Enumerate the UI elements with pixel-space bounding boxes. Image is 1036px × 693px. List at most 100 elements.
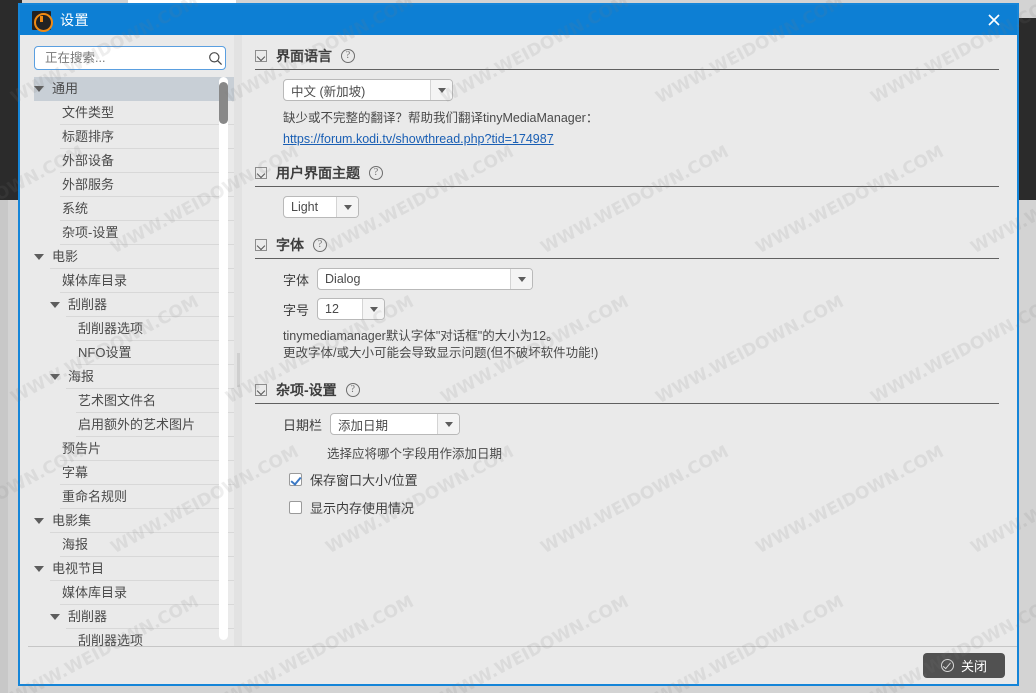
font-family-label: 字体 <box>283 270 309 289</box>
sidebar-item-20[interactable]: 电视节目 <box>34 557 234 581</box>
date-field-value: 添加日期 <box>331 414 437 434</box>
font-family-row: 字体 Dialog <box>283 268 999 290</box>
chevron-down-icon[interactable] <box>362 299 384 319</box>
sidebar-item-17[interactable]: 重命名规则 <box>34 485 234 509</box>
font-size-select[interactable]: 12 <box>317 298 385 320</box>
sidebar-item-14[interactable]: 启用额外的艺术图片 <box>34 413 234 437</box>
chevron-down-icon[interactable] <box>255 384 267 396</box>
date-field-select[interactable]: 添加日期 <box>330 413 460 435</box>
sidebar-item-label: 外部服务 <box>60 173 234 197</box>
help-icon[interactable]: ? <box>346 383 360 397</box>
sidebar-item-11[interactable]: NFO设置 <box>34 341 234 365</box>
sidebar-item-15[interactable]: 预告片 <box>34 437 234 461</box>
sidebar-item-5[interactable]: 系统 <box>34 197 234 221</box>
section-theme-header[interactable]: 用户界面主题 ? <box>255 162 999 184</box>
check-circle-icon <box>941 659 954 672</box>
dialog-footer: 关闭 <box>20 646 1017 684</box>
sidebar-item-label: 电影 <box>50 245 234 269</box>
section-misc-title: 杂项-设置 <box>276 380 337 400</box>
help-icon[interactable]: ? <box>341 49 355 63</box>
section-font-header[interactable]: 字体 ? <box>255 234 999 256</box>
chevron-down-icon[interactable] <box>50 302 60 308</box>
sidebar-item-16[interactable]: 字幕 <box>34 461 234 485</box>
section-misc: 杂项-设置 ? 日期栏 添加日期 选择应将哪个字段用作添加日期 <box>255 379 999 517</box>
section-font-title: 字体 <box>276 235 304 255</box>
section-language-header[interactable]: 界面语言 ? <box>255 45 999 67</box>
sidebar-item-9[interactable]: 刮削器 <box>34 293 234 317</box>
sidebar-item-22[interactable]: 刮削器 <box>34 605 234 629</box>
sidebar-item-7[interactable]: 电影 <box>34 245 234 269</box>
sidebar-item-4[interactable]: 外部服务 <box>34 173 234 197</box>
sidebar-item-label: 文件类型 <box>60 101 234 125</box>
help-icon[interactable]: ? <box>369 166 383 180</box>
chevron-down-icon[interactable] <box>255 239 267 251</box>
font-note-line2: 更改字体/或大小可能会导致显示问题(但不破坏软件功能!) <box>283 345 999 362</box>
sidebar-item-label: 海报 <box>66 365 234 389</box>
split-divider[interactable] <box>234 35 242 646</box>
help-icon[interactable]: ? <box>313 238 327 252</box>
language-select[interactable]: 中文 (新加坡) <box>283 79 453 101</box>
close-button-label: 关闭 <box>961 656 987 675</box>
sidebar-item-10[interactable]: 刮削器选项 <box>34 317 234 341</box>
sidebar-item-label: 刮削器选项 <box>76 629 234 646</box>
sidebar-item-label: 媒体库目录 <box>60 269 234 293</box>
chevron-down-icon[interactable] <box>430 80 452 100</box>
settings-panel: 界面语言 ? 中文 (新加坡) 缺少或不完整的翻译？帮助我们翻译tinyMedi… <box>242 35 1017 646</box>
sidebar-item-23[interactable]: 刮削器选项 <box>34 629 234 646</box>
sidebar-item-label: 标题排序 <box>60 125 234 149</box>
settings-sidebar: 通用文件类型标题排序外部设备外部服务系统杂项-设置电影媒体库目录刮削器刮削器选项… <box>20 35 234 646</box>
sidebar-item-0[interactable]: 通用 <box>34 77 234 101</box>
font-family-select[interactable]: Dialog <box>317 268 533 290</box>
translation-forum-link[interactable]: https://forum.kodi.tv/showthread.php?tid… <box>283 132 554 146</box>
chevron-down-icon[interactable] <box>255 167 267 179</box>
date-field-label: 日期栏 <box>283 415 322 434</box>
search-box[interactable] <box>34 46 226 70</box>
sidebar-item-13[interactable]: 艺术图文件名 <box>34 389 234 413</box>
sidebar-item-1[interactable]: 文件类型 <box>34 101 234 125</box>
sidebar-item-6[interactable]: 杂项-设置 <box>34 221 234 245</box>
sidebar-item-label: 刮削器 <box>66 605 234 629</box>
sidebar-scrollbar-thumb[interactable] <box>219 82 228 124</box>
font-note-line1: tinymediamanager默认字体"对话框"的大小为12。 <box>283 328 999 345</box>
chevron-down-icon[interactable] <box>510 269 532 289</box>
chevron-down-icon[interactable] <box>34 86 44 92</box>
close-icon[interactable] <box>971 5 1017 35</box>
section-misc-header[interactable]: 杂项-设置 ? <box>255 379 999 401</box>
chevron-down-icon[interactable] <box>34 566 44 572</box>
sidebar-item-19[interactable]: 海报 <box>34 533 234 557</box>
sidebar-item-label: 重命名规则 <box>60 485 234 509</box>
sidebar-item-3[interactable]: 外部设备 <box>34 149 234 173</box>
theme-select[interactable]: Light <box>283 196 359 218</box>
title-bar[interactable]: 设置 <box>20 5 1017 35</box>
search-icon[interactable] <box>208 51 223 66</box>
window-content: 通用文件类型标题排序外部设备外部服务系统杂项-设置电影媒体库目录刮削器刮削器选项… <box>20 35 1017 646</box>
sidebar-scrollbar-track[interactable] <box>219 77 228 640</box>
section-language: 界面语言 ? 中文 (新加坡) 缺少或不完整的翻译？帮助我们翻译tinyMedi… <box>255 45 999 148</box>
sidebar-item-18[interactable]: 电影集 <box>34 509 234 533</box>
section-theme-title: 用户界面主题 <box>276 163 360 183</box>
language-select-value: 中文 (新加坡) <box>284 80 430 100</box>
sidebar-item-2[interactable]: 标题排序 <box>34 125 234 149</box>
save-window-size-checkbox[interactable] <box>289 473 302 486</box>
chevron-down-icon[interactable] <box>255 50 267 62</box>
chevron-down-icon[interactable] <box>50 374 60 380</box>
close-button[interactable]: 关闭 <box>923 653 1005 678</box>
save-window-size-row[interactable]: 保存窗口大小/位置 <box>289 470 999 489</box>
chevron-down-icon[interactable] <box>34 254 44 260</box>
chevron-down-icon[interactable] <box>50 614 60 620</box>
window-title: 设置 <box>60 10 89 30</box>
show-memory-checkbox[interactable] <box>289 501 302 514</box>
sidebar-item-label: 系统 <box>60 197 234 221</box>
settings-tree[interactable]: 通用文件类型标题排序外部设备外部服务系统杂项-设置电影媒体库目录刮削器刮削器选项… <box>20 77 234 646</box>
sidebar-item-21[interactable]: 媒体库目录 <box>34 581 234 605</box>
chevron-down-icon[interactable] <box>437 414 459 434</box>
sidebar-item-label: 启用额外的艺术图片 <box>76 413 234 437</box>
sidebar-item-12[interactable]: 海报 <box>34 365 234 389</box>
chevron-down-icon[interactable] <box>336 197 358 217</box>
sidebar-item-label: 海报 <box>60 533 234 557</box>
sidebar-item-8[interactable]: 媒体库目录 <box>34 269 234 293</box>
sidebar-item-label: 杂项-设置 <box>60 221 234 245</box>
chevron-down-icon[interactable] <box>34 518 44 524</box>
show-memory-row[interactable]: 显示内存使用情况 <box>289 498 999 517</box>
search-input[interactable] <box>43 50 208 66</box>
